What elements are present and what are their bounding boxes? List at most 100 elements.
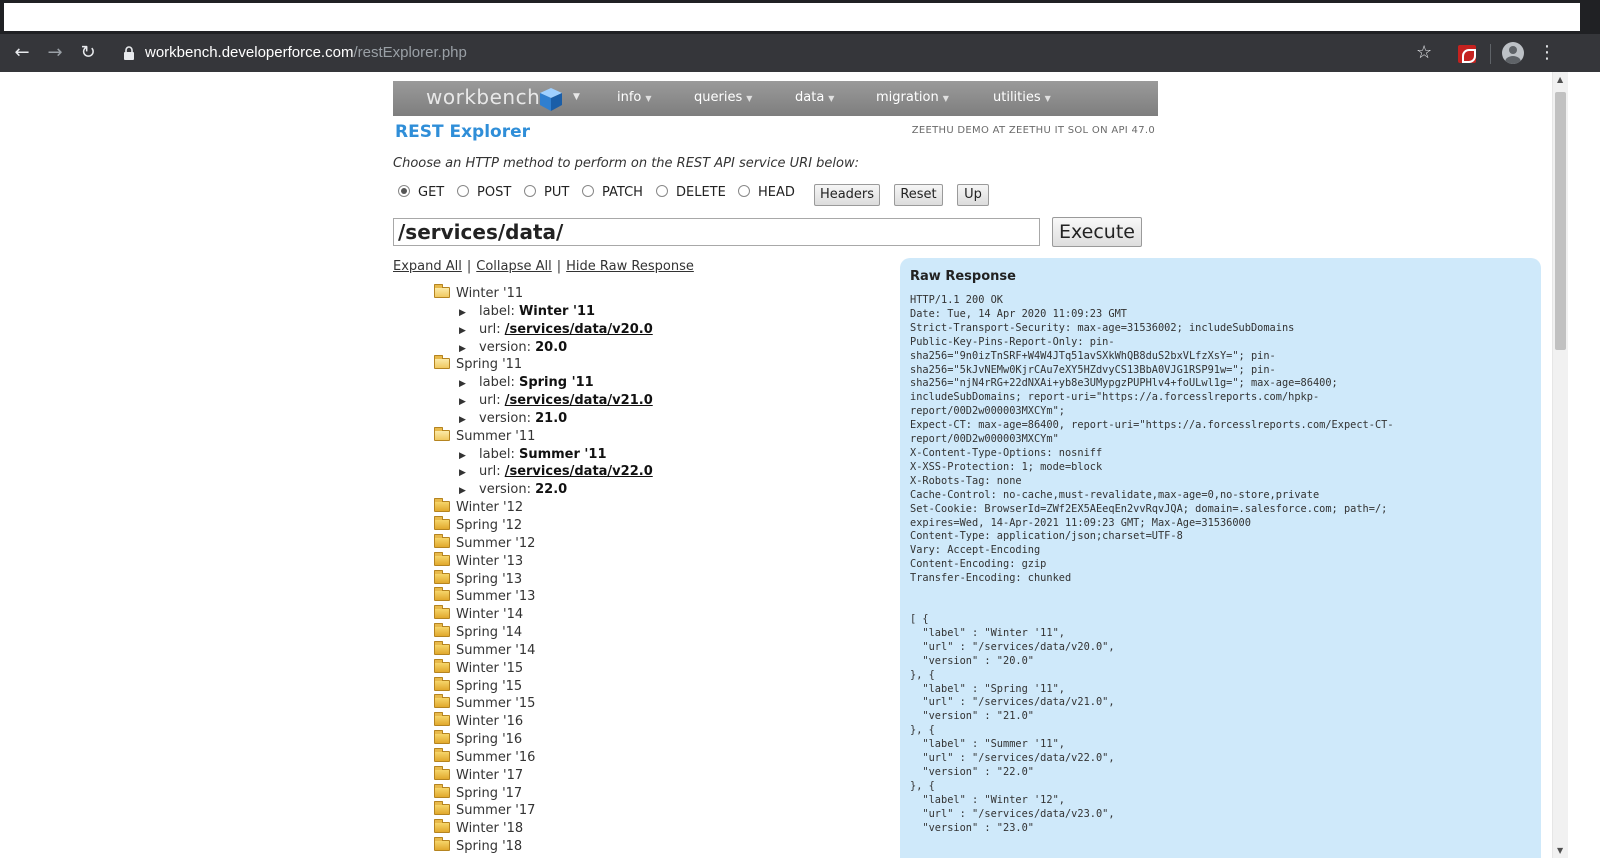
expand-all-link[interactable]: Expand All <box>393 259 462 274</box>
leaf-bullet-icon: ▶ <box>459 397 466 408</box>
collapse-all-link[interactable]: Collapse All <box>476 259 552 274</box>
execute-button[interactable]: Execute <box>1052 217 1142 247</box>
nav-data[interactable]: data ▼ <box>795 90 834 105</box>
folder-icon[interactable] <box>434 765 450 780</box>
radio[interactable] <box>656 185 668 197</box>
tree-node[interactable]: Spring '11 <box>434 355 854 374</box>
kebab-menu-icon[interactable]: ⋮ <box>1538 42 1556 64</box>
folder-icon[interactable] <box>434 605 450 620</box>
back-arrow-icon[interactable]: ← <box>11 42 33 64</box>
response-tree: Winter '11 ▶ label: Winter '11 ▶ url: /servi… <box>434 284 854 856</box>
tree-node[interactable]: Spring '16 <box>434 730 854 749</box>
profile-avatar-icon[interactable] <box>1502 42 1524 64</box>
tree-node[interactable]: Winter '12 <box>434 498 854 517</box>
tree-node-label: Spring '17 <box>456 785 523 801</box>
pdf-extension-icon[interactable] <box>1458 45 1476 63</box>
folder-icon[interactable] <box>434 837 450 852</box>
tree-node[interactable]: Winter '17 <box>434 765 854 785</box>
workbench-logo[interactable]: workbench <box>426 85 540 109</box>
reload-icon[interactable]: ↻ <box>77 42 99 64</box>
nav-migration-label: migration <box>876 90 939 105</box>
tree-node[interactable]: Winter '11 <box>434 284 854 303</box>
tree-node-label: Spring '15 <box>456 678 523 694</box>
bookmark-star-icon[interactable]: ☆ <box>1416 42 1432 63</box>
folder-icon[interactable] <box>434 569 450 584</box>
tree-node[interactable]: Summer '11 <box>434 426 854 446</box>
raw-response-body: [ { "label" : "Winter '11", "url" : "/se… <box>910 613 1115 834</box>
radio[interactable] <box>457 185 469 197</box>
folder-icon[interactable] <box>434 498 450 513</box>
method-label: GET <box>418 185 445 200</box>
tree-leaf-label: ▶ label: Winter '11 <box>434 303 854 321</box>
nav-queries[interactable]: queries ▼ <box>694 90 752 105</box>
reset-button[interactable]: Reset <box>894 184 943 206</box>
tree-node[interactable]: Spring '18 <box>434 837 854 856</box>
method-patch[interactable]: PATCH <box>582 185 643 200</box>
folder-icon[interactable] <box>434 551 450 566</box>
chevron-down-icon: ▼ <box>1044 94 1051 103</box>
folder-icon[interactable] <box>434 694 450 709</box>
method-delete[interactable]: DELETE <box>656 185 726 200</box>
folder-icon[interactable] <box>434 533 450 548</box>
tree-node[interactable]: Winter '16 <box>434 712 854 731</box>
tree-node[interactable]: Summer '14 <box>434 640 854 660</box>
tree-node[interactable]: Summer '13 <box>434 587 854 606</box>
page-scrollbar[interactable]: ▲ ▼ <box>1552 72 1568 858</box>
tree-node[interactable]: Spring '14 <box>434 623 854 642</box>
folder-icon[interactable] <box>434 819 450 834</box>
scroll-down-arrow-icon[interactable]: ▼ <box>1557 846 1563 855</box>
folder-icon[interactable] <box>434 730 450 745</box>
folder-icon[interactable] <box>434 640 450 655</box>
method-head[interactable]: HEAD <box>738 185 795 200</box>
hide-raw-response-link[interactable]: Hide Raw Response <box>566 259 694 274</box>
method-put[interactable]: PUT <box>524 185 569 200</box>
folder-icon[interactable] <box>434 623 450 638</box>
radio[interactable] <box>738 185 750 197</box>
scroll-up-arrow-icon[interactable]: ▲ <box>1557 75 1563 84</box>
radio-selected[interactable] <box>398 185 410 197</box>
forward-arrow-icon[interactable]: → <box>44 42 66 64</box>
headers-button[interactable]: Headers <box>814 184 880 206</box>
folder-icon[interactable] <box>434 587 450 602</box>
tree-node[interactable]: Spring '15 <box>434 676 854 696</box>
radio[interactable] <box>582 185 594 197</box>
method-post[interactable]: POST <box>457 185 511 200</box>
folder-icon[interactable] <box>434 676 450 691</box>
tree-node-label: Summer '16 <box>456 749 536 765</box>
method-label: POST <box>477 185 512 200</box>
folder-icon[interactable] <box>434 801 450 816</box>
tree-node[interactable]: Winter '13 <box>434 551 854 571</box>
leaf-value-url[interactable]: /services/data/v22.0 <box>505 464 653 479</box>
tree-node[interactable]: Spring '13 <box>434 569 854 589</box>
address-bar[interactable]: workbench.developerforce.com/restExplore… <box>145 44 467 61</box>
tree-node[interactable]: Winter '15 <box>434 658 854 678</box>
folder-icon[interactable] <box>434 747 450 762</box>
folder-icon[interactable] <box>434 783 450 798</box>
up-button[interactable]: Up <box>957 184 989 206</box>
leaf-value-url[interactable]: /services/data/v21.0 <box>505 393 653 408</box>
tree-node[interactable]: Spring '17 <box>434 783 854 803</box>
folder-open-icon[interactable] <box>434 426 450 441</box>
method-get[interactable]: GET <box>398 185 444 200</box>
scrollbar-thumb[interactable] <box>1555 92 1566 350</box>
nav-migration[interactable]: migration ▼ <box>876 90 949 105</box>
tree-node[interactable]: Winter '18 <box>434 819 854 838</box>
nav-utilities[interactable]: utilities ▼ <box>993 90 1051 105</box>
nav-info[interactable]: info ▼ <box>617 90 652 105</box>
chevron-down-icon[interactable]: ▼ <box>573 92 580 102</box>
folder-icon[interactable] <box>434 515 450 530</box>
radio[interactable] <box>524 185 536 197</box>
tree-node[interactable]: Summer '17 <box>434 801 854 820</box>
tree-node[interactable]: Spring '12 <box>434 515 854 535</box>
tree-node[interactable]: Winter '14 <box>434 605 854 624</box>
tree-node[interactable]: Summer '16 <box>434 747 854 767</box>
tree-node[interactable]: Summer '15 <box>434 694 854 713</box>
chevron-down-icon: ▼ <box>942 94 949 103</box>
folder-icon[interactable] <box>434 658 450 673</box>
uri-input[interactable]: /services/data/ <box>393 218 1040 246</box>
leaf-value-url[interactable]: /services/data/v20.0 <box>505 322 653 337</box>
tree-node[interactable]: Summer '12 <box>434 533 854 553</box>
folder-open-icon[interactable] <box>434 355 450 370</box>
folder-open-icon[interactable] <box>434 284 450 298</box>
folder-icon[interactable] <box>434 712 450 727</box>
